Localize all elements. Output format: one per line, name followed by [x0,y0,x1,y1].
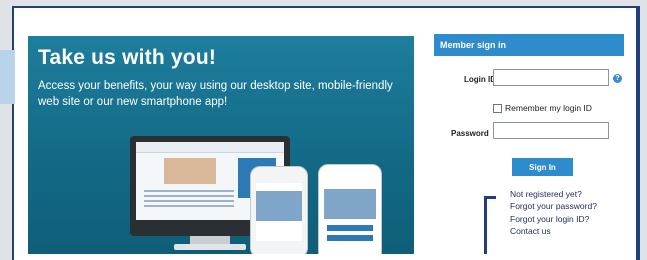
contact-us-link[interactable]: Contact us [510,225,597,237]
sign-in-button[interactable]: Sign In [512,158,573,176]
not-registered-link[interactable]: Not registered yet? [510,188,597,200]
phone-app-screen [324,181,376,245]
side-tab [0,50,15,104]
login-id-label: Login ID [464,75,496,84]
password-label: Password [451,129,489,138]
help-links: Not registered yet? Forgot your password… [510,188,597,238]
promo-body: Access your benefits, your way using our… [38,80,393,108]
callout-bracket [484,196,496,254]
smartphone-image [250,166,308,254]
phone-photo [256,191,302,221]
help-icon[interactable]: ? [613,74,622,83]
forgot-login-id-link[interactable]: Forgot your login ID? [510,213,597,225]
remember-label: Remember my login ID [505,103,592,113]
password-input[interactable] [493,122,609,139]
member-sign-in-panel: Member sign in Login ID ? Remember my lo… [434,34,624,254]
login-id-input[interactable] [493,69,609,86]
phone-screen [256,183,302,241]
remember-login-id[interactable]: Remember my login ID [493,103,592,113]
promo-title: Take us with you! [38,46,217,69]
screen-photo [164,158,216,184]
monitor-base [174,244,246,250]
frame-top-edge [12,6,640,8]
frame-right-edge [636,6,640,260]
screen-header-bar [136,142,284,153]
phone-app-menu-rows [327,225,373,241]
sign-in-header: Member sign in [434,34,624,56]
remember-checkbox[interactable] [493,103,502,113]
phone-app-photo [324,189,376,219]
screen-text-lines [144,190,234,210]
smartphone-app-image [318,164,382,254]
forgot-password-link[interactable]: Forgot your password? [510,200,597,212]
promo-banner: Take us with you! Access your benefits, … [28,36,414,254]
